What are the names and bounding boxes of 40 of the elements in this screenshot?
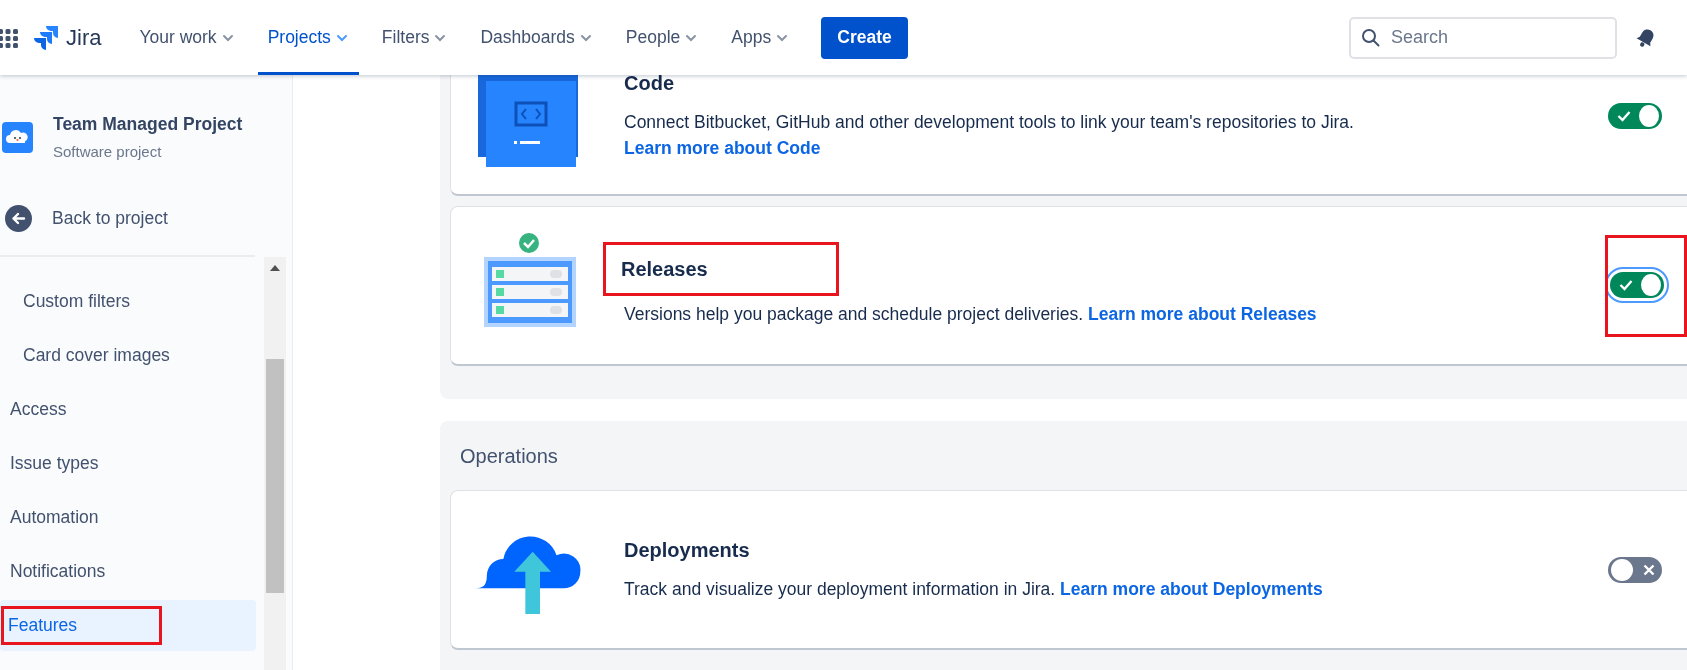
project-type: Software project (53, 143, 163, 160)
nav-menu-item[interactable]: People (615, 0, 709, 75)
section-heading: Operations (459, 444, 559, 469)
feature-title: Releases (621, 256, 708, 281)
nav-menu-item[interactable]: Your work (129, 0, 245, 75)
feature-title: Code (624, 75, 674, 95)
nav-menu-item[interactable]: Apps (721, 0, 800, 75)
feature-description: Connect Bitbucket, GitHub and other development tools to link your team's repositories to Jira. Learn more about Code (624, 110, 1355, 160)
project-name: Team Managed Project (53, 114, 243, 135)
close-icon (1643, 563, 1655, 576)
feature-toggle[interactable] (1608, 102, 1662, 129)
create-button[interactable]: Create (821, 16, 908, 59)
feature-toggle[interactable] (1608, 556, 1662, 583)
logo-icon[interactable] (34, 24, 60, 51)
learn-more-link[interactable]: Learn more about Releases (1088, 303, 1317, 324)
search-icon (1361, 27, 1381, 48)
app-grid-icon[interactable] (0, 26, 18, 49)
sidebar-item[interactable]: Features (0, 600, 256, 651)
sidebar-item[interactable]: Access (0, 384, 256, 435)
scrollbar-thumb[interactable] (266, 359, 284, 593)
feature-description: Versions help you package and schedule project deliveries. Learn more about Releases (624, 302, 1318, 326)
feature-description: Track and visualize your deployment information in Jira. Learn more about Deployments (624, 577, 1324, 601)
learn-more-link[interactable]: Learn more about Code (624, 137, 821, 158)
check-icon (1619, 278, 1633, 291)
scroll-up-arrow-icon[interactable] (270, 265, 280, 271)
sidebar-item-label: Features (8, 615, 78, 635)
sidebar-item[interactable]: Automation (0, 492, 256, 543)
nav-menu-item[interactable]: Filters (371, 0, 458, 75)
sidebar-item[interactable]: Card cover images (0, 330, 256, 381)
sidebar-item[interactable]: Notifications (0, 546, 256, 597)
sidebar-item[interactable]: Issue types (0, 438, 256, 489)
check-icon (1617, 109, 1631, 122)
search-field[interactable]: Search (1349, 16, 1617, 59)
learn-more-link[interactable]: Learn more about Deployments (1060, 578, 1323, 599)
back-to-project-button[interactable]: Back to project (5, 200, 292, 236)
nav-menu-item[interactable]: Dashboards (470, 0, 603, 75)
sidebar-item[interactable]: Custom filters (0, 276, 256, 327)
product-name[interactable]: Jira (66, 24, 102, 51)
scrollbar[interactable] (264, 257, 286, 670)
feature-title: Deployments (624, 537, 750, 562)
